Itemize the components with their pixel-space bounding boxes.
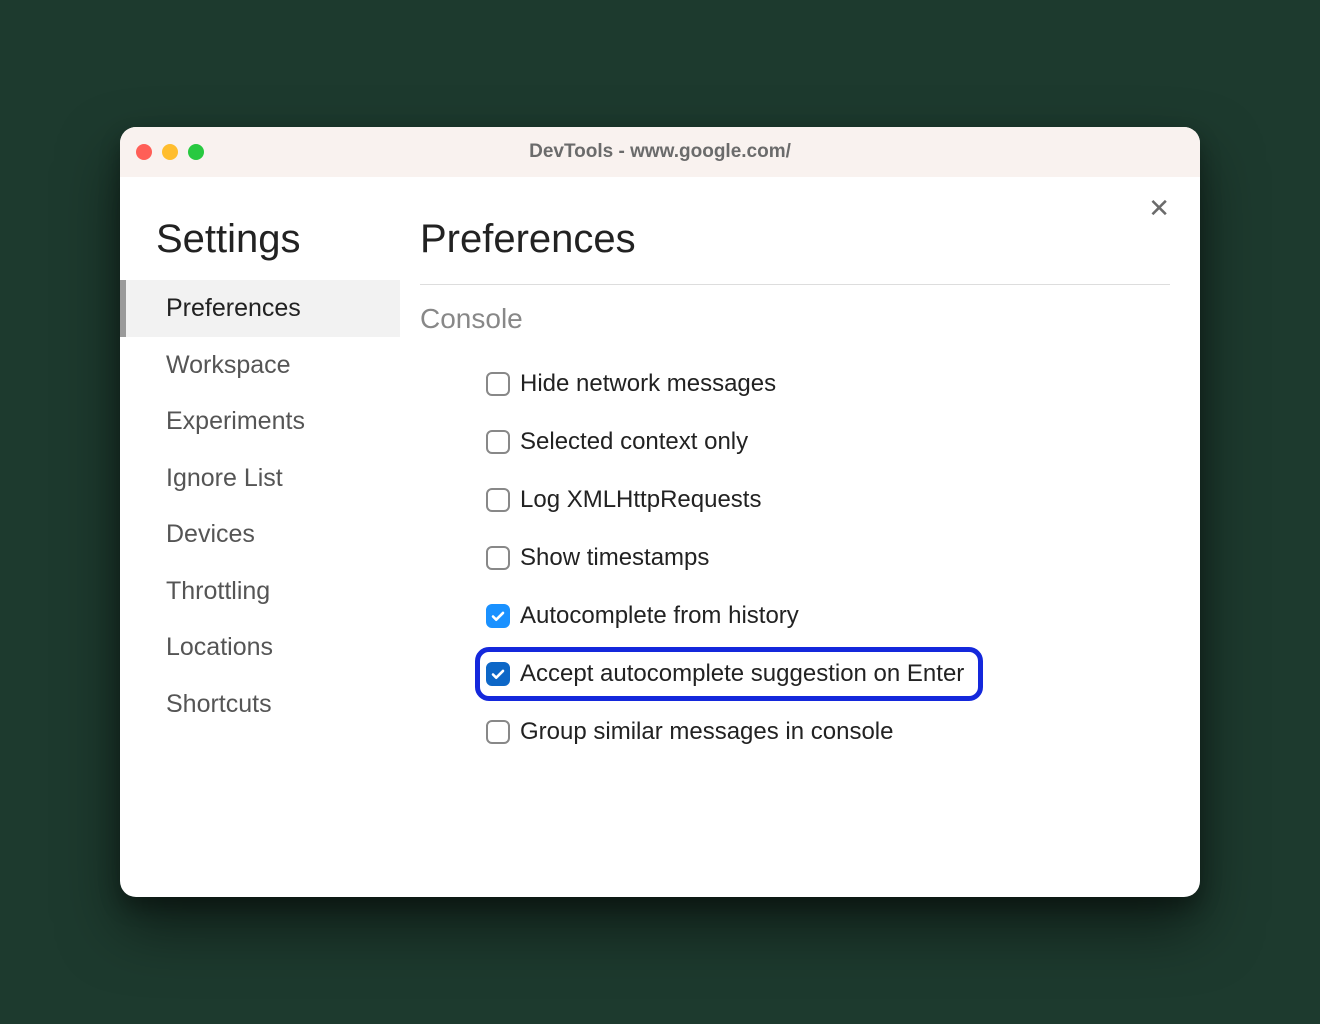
traffic-lights — [136, 144, 204, 160]
sidebar-item-throttling[interactable]: Throttling — [120, 563, 400, 620]
titlebar: DevTools - www.google.com/ — [120, 127, 1200, 177]
checkbox[interactable] — [486, 430, 510, 454]
sidebar-item-workspace[interactable]: Workspace — [120, 337, 400, 394]
sidebar-item-devices[interactable]: Devices — [120, 506, 400, 563]
preferences-panel: Preferences Console Hide network message… — [400, 177, 1200, 897]
option-hide-network-messages[interactable]: Hide network messages — [475, 357, 795, 411]
checkbox[interactable] — [486, 372, 510, 396]
checkbox[interactable] — [486, 720, 510, 744]
window-title: DevTools - www.google.com/ — [120, 141, 1200, 163]
sidebar-item-ignore-list[interactable]: Ignore List — [120, 450, 400, 507]
sidebar-item-experiments[interactable]: Experiments — [120, 393, 400, 450]
options-list: Hide network messages Selected context on… — [420, 357, 1170, 759]
section-title-console: Console — [420, 303, 1170, 335]
option-group-similar-messages-in-console[interactable]: Group similar messages in console — [475, 705, 913, 759]
window-minimize-button[interactable] — [162, 144, 178, 160]
option-label: Autocomplete from history — [520, 602, 799, 630]
option-label: Hide network messages — [520, 370, 776, 398]
close-icon[interactable]: ✕ — [1148, 195, 1170, 221]
option-log-xmlhttprequests[interactable]: Log XMLHttpRequests — [475, 473, 780, 527]
option-show-timestamps[interactable]: Show timestamps — [475, 531, 728, 585]
option-label: Accept autocomplete suggestion on Enter — [520, 660, 964, 688]
devtools-window: DevTools - www.google.com/ ✕ Settings Pr… — [120, 127, 1200, 897]
content: ✕ Settings PreferencesWorkspaceExperimen… — [120, 177, 1200, 897]
option-accept-autocomplete-suggestion-on-enter[interactable]: Accept autocomplete suggestion on Enter — [475, 647, 983, 701]
sidebar-item-shortcuts[interactable]: Shortcuts — [120, 676, 400, 733]
checkbox[interactable] — [486, 546, 510, 570]
option-label: Selected context only — [520, 428, 748, 456]
option-label: Group similar messages in console — [520, 718, 894, 746]
settings-sidebar: Settings PreferencesWorkspaceExperiments… — [120, 177, 400, 897]
window-maximize-button[interactable] — [188, 144, 204, 160]
sidebar-item-preferences[interactable]: Preferences — [120, 280, 400, 337]
window-close-button[interactable] — [136, 144, 152, 160]
sidebar-heading: Settings — [120, 217, 400, 280]
option-selected-context-only[interactable]: Selected context only — [475, 415, 767, 469]
sidebar-item-locations[interactable]: Locations — [120, 619, 400, 676]
option-label: Log XMLHttpRequests — [520, 486, 761, 514]
option-autocomplete-from-history[interactable]: Autocomplete from history — [475, 589, 818, 643]
checkbox[interactable] — [486, 662, 510, 686]
checkbox[interactable] — [486, 604, 510, 628]
option-label: Show timestamps — [520, 544, 709, 572]
checkbox[interactable] — [486, 488, 510, 512]
panel-heading: Preferences — [420, 217, 1170, 285]
